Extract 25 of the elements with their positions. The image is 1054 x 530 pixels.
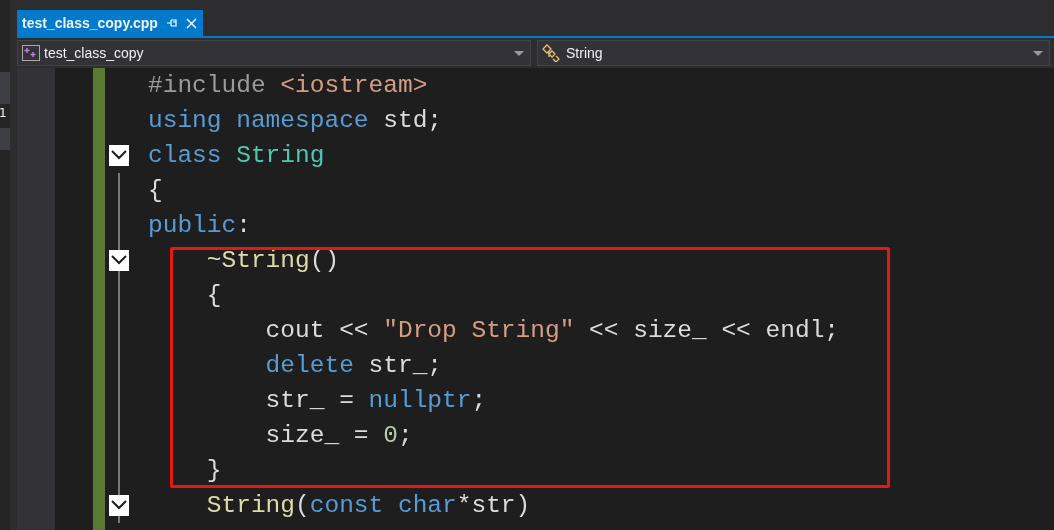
code-line: { <box>148 176 163 206</box>
close-icon[interactable] <box>185 17 197 29</box>
code-line: str_ = nullptr; <box>264 386 487 416</box>
code-line: String(const char*str) <box>205 491 531 521</box>
code-line: public: <box>148 211 251 241</box>
code-line: class String <box>148 141 325 171</box>
code-line: using namespace std; <box>148 106 443 136</box>
side-panel-text: 1 <box>0 106 7 120</box>
project-icon <box>22 45 40 61</box>
code-line: { <box>205 281 222 311</box>
caret-icon <box>1033 50 1043 56</box>
code-line: } <box>205 456 222 486</box>
file-tab[interactable]: test_class_copy.cpp <box>17 10 203 36</box>
code-line: ~String() <box>205 246 340 276</box>
code-line: delete str_; <box>264 351 443 381</box>
project-dropdown[interactable]: test_class_copy <box>17 40 531 66</box>
pin-icon[interactable] <box>165 17 178 29</box>
code-line: size_ = 0; <box>264 421 413 451</box>
caret-icon <box>514 50 524 56</box>
class-icon <box>542 44 562 62</box>
side-panel-item <box>0 128 10 150</box>
code-line: #include <iostream> <box>148 71 428 101</box>
side-panel-item <box>0 72 10 104</box>
code-line: cout << "Drop String" << size_ << endl; <box>264 316 840 346</box>
member-dropdown[interactable]: String <box>537 40 1050 66</box>
